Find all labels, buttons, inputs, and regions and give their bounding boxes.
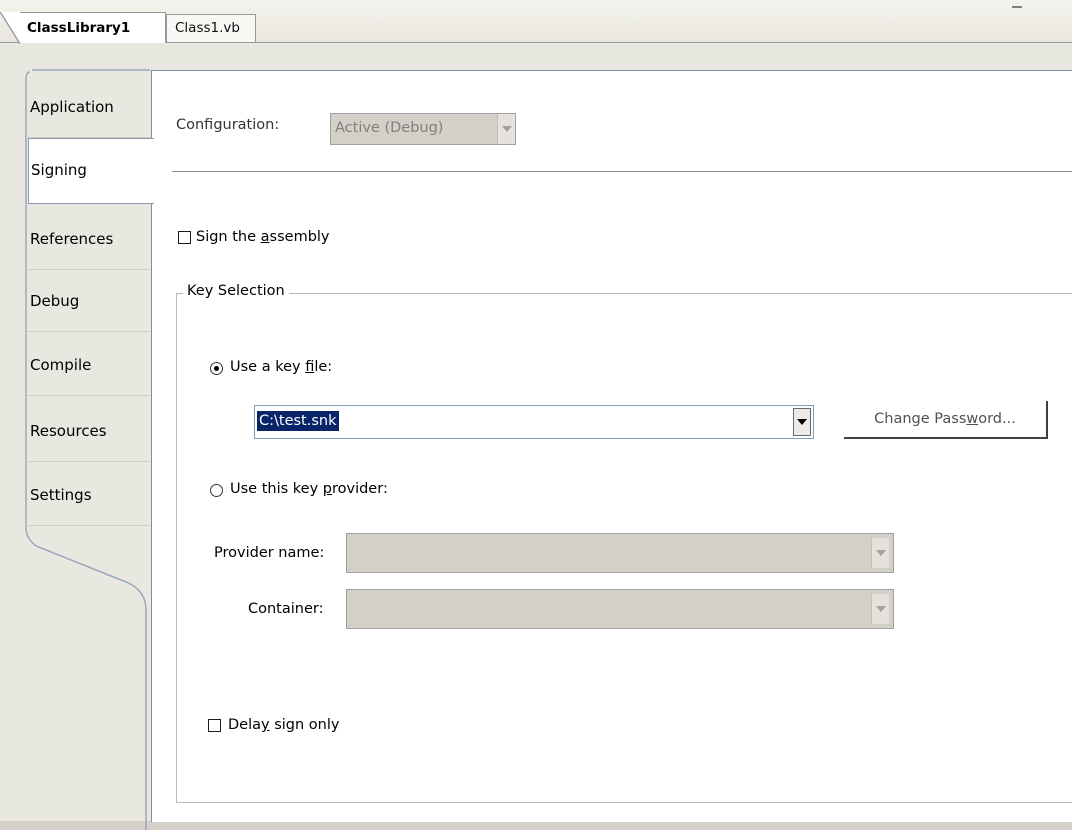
chevron-down-icon [876, 550, 886, 556]
container-dropdown-button[interactable] [871, 594, 889, 624]
access-key: a [260, 229, 270, 245]
tab-class1-vb-label: Class1.vb [175, 20, 240, 36]
delay-sign-checkbox[interactable] [208, 719, 221, 732]
button-text: ord... [978, 411, 1016, 427]
label-text: Use this key [230, 481, 323, 497]
provider-name-label: Provider name: [214, 545, 325, 561]
label-text: ile: [314, 359, 333, 375]
label-text: ssembly [269, 229, 330, 245]
label-text: sign only [269, 717, 340, 733]
access-key: w [966, 411, 979, 427]
label-text: rovider: [331, 481, 388, 497]
provider-name-dropdown-button[interactable] [871, 538, 889, 568]
sidebar-item-resources[interactable]: Resources [28, 400, 150, 462]
radio-selected-dot [214, 366, 219, 371]
sidebar-item-settings[interactable]: Settings [28, 464, 150, 526]
key-selection-legend: Key Selection [183, 283, 289, 299]
tab-class1-vb[interactable]: Class1.vb [166, 14, 256, 42]
tab-classlibrary1[interactable]: ClassLibrary1 [0, 12, 166, 44]
signing-page: Configuration: Active (Debug) Sign the a… [151, 70, 1072, 822]
use-key-provider-radio[interactable] [210, 484, 223, 497]
sidebar-item-references[interactable]: References [28, 208, 150, 270]
chevron-down-icon [876, 606, 886, 612]
container-combo[interactable] [346, 589, 894, 629]
tab-overflow-mark [1012, 6, 1022, 8]
sign-assembly-checkbox[interactable] [178, 231, 191, 244]
key-file-dropdown-button[interactable] [793, 408, 811, 436]
sidebar-item-label: Signing [31, 161, 87, 179]
sidebar-item-label: Settings [30, 486, 92, 504]
configuration-label: Configuration: [176, 117, 280, 133]
sidebar-item-label: Debug [30, 292, 80, 310]
delay-sign-label: Delay sign only [228, 717, 339, 733]
key-file-value[interactable]: C:\test.snk [257, 411, 339, 431]
chevron-down-icon [797, 419, 807, 425]
sidebar-item-label: Resources [30, 422, 107, 440]
key-file-combo[interactable]: C:\test.snk [254, 405, 814, 439]
sidebar-item-compile[interactable]: Compile [28, 334, 150, 396]
configuration-combo[interactable]: Active (Debug) [330, 113, 516, 145]
property-pages-sidebar: Application Signing References Debug Com… [25, 69, 154, 830]
configuration-value: Active (Debug) [335, 120, 444, 136]
label-text: Use a key [230, 359, 306, 375]
container-label: Container: [248, 601, 324, 617]
label-text: Sign the [196, 229, 261, 245]
access-key: f [305, 359, 315, 375]
sidebar-item-label: References [30, 230, 114, 248]
sidebar-item-signing[interactable]: Signing [28, 138, 154, 204]
sidebar-item-debug[interactable]: Debug [28, 270, 150, 332]
use-key-file-label: Use a key file: [230, 359, 332, 375]
provider-name-combo[interactable] [346, 533, 894, 573]
access-key: y [261, 717, 270, 733]
use-key-provider-label: Use this key provider: [230, 481, 388, 497]
label-text: Dela [228, 717, 262, 733]
document-tab-strip: ClassLibrary1 Class1.vb [0, 0, 1072, 44]
change-password-button[interactable]: Change Password... [844, 401, 1048, 439]
sidebar-item-label: Application [30, 98, 114, 116]
button-text: Change Pass [874, 411, 967, 427]
chevron-down-icon [502, 126, 512, 132]
sign-assembly-label: Sign the assembly [196, 229, 330, 245]
use-key-file-radio[interactable] [210, 362, 223, 375]
header-separator [172, 171, 1072, 172]
sidebar-item-label: Compile [30, 356, 92, 374]
tab-classlibrary1-label: ClassLibrary1 [27, 20, 131, 36]
sidebar-item-application[interactable]: Application [28, 76, 150, 138]
configuration-dropdown-button[interactable] [497, 114, 515, 144]
access-key: p [322, 481, 332, 497]
